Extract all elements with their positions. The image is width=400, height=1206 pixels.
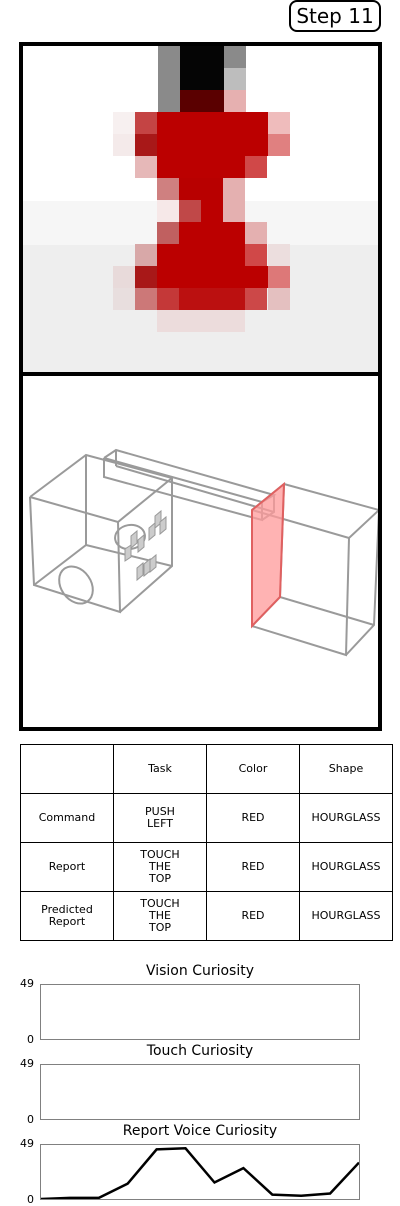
step-indicator: Step 11 [289,0,381,32]
table-row: Predicted Report TOUCH THE TOP RED HOURG… [20,891,393,941]
row-label: Predicted Report [20,891,114,941]
curiosity-series-line [41,1147,359,1199]
report-voice-curiosity-line [41,1147,359,1199]
scene-drawing [29,448,378,657]
y-tick-max: 49 [20,977,34,990]
task-cell: TOUCH THE TOP [113,891,207,941]
touch-curiosity-plot [40,1064,360,1120]
report-voice-curiosity-title: Report Voice Curiosity [122,1123,278,1139]
row-label: Command [20,793,114,843]
table-row: Command PUSH LEFT RED HOURGLASS [20,793,393,843]
color-cell: RED [206,891,300,941]
shape-cell: HOURGLASS [299,842,393,892]
table-row: Report TOUCH THE TOP RED HOURGLASS [20,842,393,892]
vision-curiosity-line [41,985,359,1039]
y-tick-max: 49 [20,1057,34,1070]
task-cell: TOUCH THE TOP [113,842,207,892]
color-cell: RED [206,842,300,892]
vision-pixel-view [19,42,382,376]
touch-curiosity-line [41,1065,359,1119]
report-voice-curiosity-plot [40,1144,360,1200]
y-tick-min: 0 [27,1193,34,1206]
y-tick-min: 0 [27,1033,34,1046]
y-tick-min: 0 [27,1113,34,1126]
task-cell: PUSH LEFT [113,793,207,843]
y-tick-max: 49 [20,1137,34,1150]
scene-3d-view [19,372,382,731]
shape-cell: HOURGLASS [299,793,393,843]
touch-curiosity-title: Touch Curiosity [146,1043,254,1059]
header-cell: Color [206,744,300,794]
table-header-row: Task Color Shape [20,744,393,794]
vision-curiosity-title: Vision Curiosity [145,963,255,979]
pixel-image [23,46,378,372]
shape-cell: HOURGLASS [299,891,393,941]
header-cell [20,744,114,794]
header-cell: Task [113,744,207,794]
vision-curiosity-plot [40,984,360,1040]
report-table: Task Color Shape Command PUSH LEFT RED H… [20,744,393,941]
row-label: Report [20,842,114,892]
color-cell: RED [206,793,300,843]
header-cell: Shape [299,744,393,794]
